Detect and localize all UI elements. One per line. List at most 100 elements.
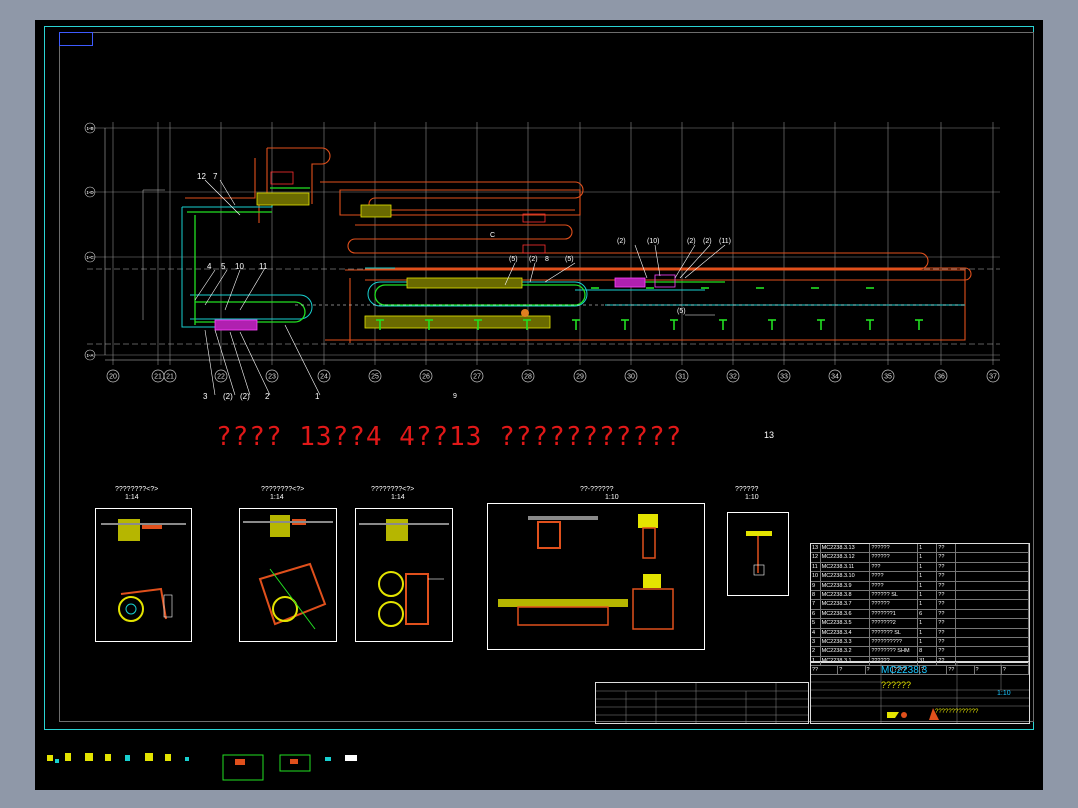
callout-label: 1 (315, 392, 320, 401)
bom-cell: 1 (918, 581, 938, 590)
detail-view-1[interactable] (95, 508, 192, 642)
bom-cell: MC2238.3.8 (821, 590, 871, 600)
bom-cell (956, 544, 1030, 553)
bom-cell: ?? (937, 637, 957, 647)
cad-drawing-canvas[interactable]: 1-B 1-D 1-C 1-A 20 21 21 22 23 24 25 26 27 28 29 30 31 3… (35, 20, 1043, 790)
bom-cell: 8 (811, 590, 821, 600)
axis-number: 34 (831, 374, 839, 381)
detail-title-1: ????????<?> (115, 486, 159, 493)
bom-cell: ?? (937, 572, 957, 581)
detail-view-4[interactable] (487, 503, 705, 650)
axis-number: 36 (937, 374, 945, 381)
bom-cell: 1 (918, 572, 938, 581)
bom-cell (956, 562, 1030, 572)
bom-row: 8 MC2238.3.8?????? SL 1?? (811, 590, 1030, 601)
callout-label: 2 (265, 392, 270, 401)
bom-cell: 12 (811, 553, 821, 562)
bom-cell: MC2238.3.13 (821, 544, 871, 553)
bom-cell: ??? (870, 562, 919, 572)
axis-number: 33 (780, 374, 788, 381)
axis-number: 24 (320, 374, 328, 381)
bom-cell: MC2238.3.6 (821, 609, 871, 619)
bom-row: 9 MC2238.3.9???? 1?? (811, 581, 1030, 591)
bom-cell: 8 (918, 647, 938, 656)
row-label: 1-C (86, 255, 94, 260)
bom-cell: ?? (937, 581, 957, 590)
bom-cell (956, 590, 1030, 600)
callout-c: C (490, 232, 496, 239)
bom-cell: 13 (811, 544, 821, 553)
axis-number: 21 (166, 374, 174, 381)
callout-label: (11) (719, 238, 731, 245)
bom-cell: MC2238.3.9 (821, 581, 871, 590)
note-code: 13 (764, 430, 775, 440)
bom-cell (956, 637, 1030, 647)
axis-number: 23 (268, 374, 276, 381)
bom-cell: 2 (811, 647, 821, 656)
bom-cell: 5 (811, 619, 821, 628)
bom-cell: 1 (918, 590, 938, 600)
bom-cell: MC2238.3.11 (821, 562, 871, 572)
callout-label: (2) (529, 256, 538, 263)
callout-label: 12 (197, 172, 206, 181)
project-number: MC2238.3 (881, 665, 928, 676)
detail-title-2: ????????<?> (261, 486, 305, 493)
callout-label: 10 (235, 262, 244, 271)
drawing-note-title: ???? 13??4 4??13 ??????????? (216, 422, 683, 452)
bom-cell: ???????1 (870, 609, 919, 619)
callout-label: (2) (240, 392, 250, 401)
bom-row: 11 MC2238.3.11??? 1?? (811, 562, 1030, 573)
axis-number: 31 (678, 374, 686, 381)
detail-title-4: ??-?????? (580, 486, 614, 493)
bom-cell: 3 (811, 637, 821, 647)
axis-number: 25 (371, 374, 379, 381)
axis-number: 32 (729, 374, 737, 381)
axis-number: 29 (576, 374, 584, 381)
bom-cell: 1 (918, 628, 938, 637)
callout-label: (2) (617, 238, 626, 245)
bom-cell: ?????? (870, 600, 919, 609)
bom-cell: MC2238.3.5 (821, 619, 871, 628)
bom-cell: 4 (811, 628, 821, 637)
detail-scale-4: 1:10 (605, 494, 619, 501)
bom-cell: 1 (918, 544, 938, 553)
detail-scale-3: 1:14 (391, 494, 405, 501)
detail-view-2[interactable] (239, 508, 337, 642)
bom-cell: MC2238.3.7 (821, 600, 871, 609)
axis-number: 27 (473, 374, 481, 381)
axis-number: 28 (524, 374, 532, 381)
bom-cell (956, 647, 1030, 656)
detail-view-3[interactable] (355, 508, 453, 642)
bom-table: 13 MC2238.3.13?????? 1?? 12 MC2238.3.12?????… (810, 543, 1030, 676)
bom-cell: 1 (918, 619, 938, 628)
bom-cell: ???? (870, 572, 919, 581)
callout-label: (2) (223, 392, 233, 401)
bom-row: 3 MC2238.3.3?????????? 1?? (811, 637, 1030, 648)
bom-cell (956, 628, 1030, 637)
bom-cell (956, 553, 1030, 562)
bom-cell: ???? (870, 581, 919, 590)
bom-cell: ?? (937, 544, 957, 553)
detail-view-5[interactable] (727, 512, 789, 596)
bom-cell: 9 (811, 581, 821, 590)
drawing-name: ?????? (881, 680, 912, 690)
bom-cell: 1 (918, 562, 938, 572)
detail-scale-5: 1:10 (745, 494, 759, 501)
bom-cell: ??????? SL (870, 628, 919, 637)
row-label: 1-B (86, 126, 93, 131)
bom-cell: ?? (937, 619, 957, 628)
bom-row: 10 MC2238.3.10???? 1?? (811, 572, 1030, 582)
bom-cell: ?????? SL (870, 590, 919, 600)
callout-label: 4 (207, 262, 212, 271)
drawing-scale: 1:10 (997, 690, 1011, 697)
bom-cell: MC2238.3.10 (821, 572, 871, 581)
bom-cell (956, 619, 1030, 628)
callout-label: (5) (509, 256, 518, 263)
axis-number: 26 (422, 374, 430, 381)
bom-cell: 1 (918, 637, 938, 647)
bom-row: 7 MC2238.3.7?????? 1?? (811, 600, 1030, 610)
axis-number: 22 (217, 374, 225, 381)
callout-label: (10) (647, 238, 660, 245)
bom-cell: 7 (811, 600, 821, 609)
bom-row: 2 MC2238.3.2???????? SHM 8?? (811, 647, 1030, 657)
